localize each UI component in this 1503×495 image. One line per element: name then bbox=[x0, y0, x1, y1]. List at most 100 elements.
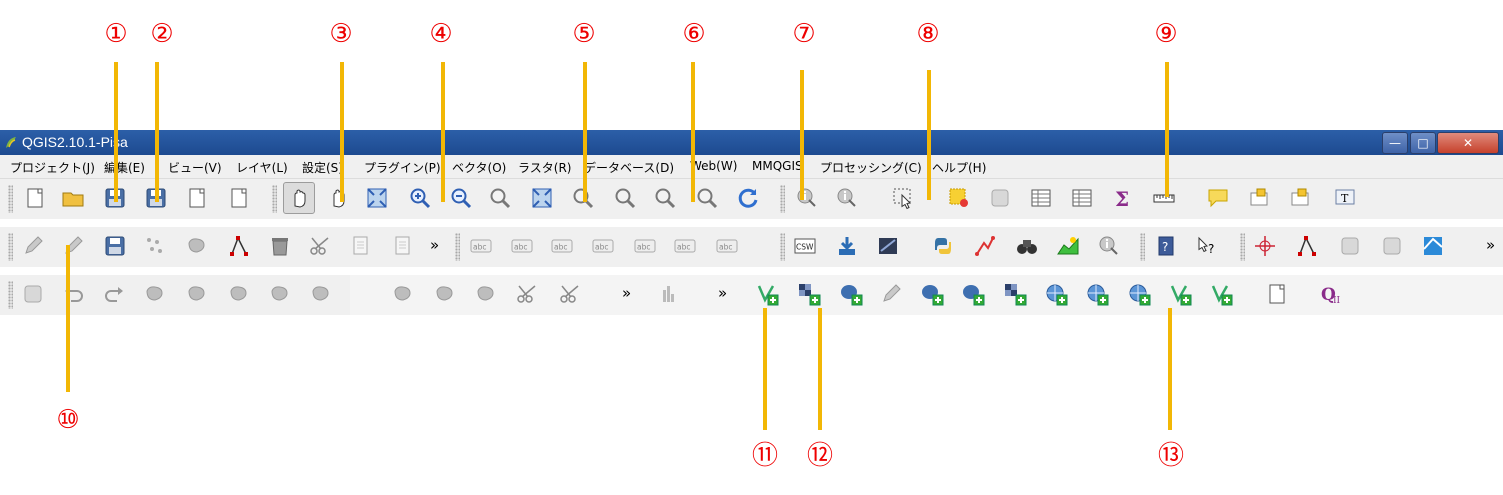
qi-plugin-icon[interactable]: Q II bbox=[1316, 279, 1346, 309]
toolbar-grip-label[interactable] bbox=[455, 233, 460, 261]
undo-icon[interactable] bbox=[58, 279, 88, 309]
zoom-last-icon[interactable] bbox=[650, 183, 680, 213]
toolbar-grip-digitizing[interactable] bbox=[8, 233, 13, 261]
restore-button[interactable]: □ bbox=[1410, 132, 1436, 154]
menu-layer[interactable]: レイヤ(L) bbox=[236, 159, 288, 176]
add-wfs-layer-icon[interactable] bbox=[1124, 279, 1154, 309]
map-tips-icon[interactable] bbox=[1203, 183, 1233, 213]
csw-icon[interactable]: CSW bbox=[790, 231, 820, 261]
split-parts-icon[interactable] bbox=[512, 279, 542, 309]
add-wms-layer-icon[interactable] bbox=[1041, 279, 1071, 309]
toolbar-grip-help[interactable] bbox=[1140, 233, 1145, 261]
menu-mmqgis[interactable]: MMQGIS bbox=[752, 159, 803, 173]
add-feature-icon[interactable] bbox=[140, 231, 170, 261]
refresh-icon[interactable] bbox=[733, 183, 763, 213]
reshape-features-icon[interactable] bbox=[388, 279, 418, 309]
road-graph-icon[interactable] bbox=[1012, 231, 1042, 261]
toolbar-grip-attributes[interactable] bbox=[780, 185, 785, 213]
menu-help[interactable]: ヘルプ(H) bbox=[932, 159, 986, 176]
merge-selected-icon[interactable] bbox=[555, 279, 585, 309]
georeferencer-icon[interactable] bbox=[873, 231, 903, 261]
zoom-full-icon[interactable] bbox=[527, 183, 557, 213]
new-project-icon[interactable] bbox=[20, 183, 50, 213]
toolbar-grip-navigation[interactable] bbox=[272, 185, 277, 213]
node-tool-icon[interactable] bbox=[224, 231, 254, 261]
menu-vector[interactable]: ベクタ(O) bbox=[452, 159, 506, 176]
overflow-more-row3-raster[interactable]: » bbox=[718, 284, 727, 302]
zoom-to-layer-icon[interactable] bbox=[610, 183, 640, 213]
digitize-ruler-icon[interactable] bbox=[18, 279, 48, 309]
add-ring-icon[interactable] bbox=[182, 279, 212, 309]
python-console-icon[interactable] bbox=[928, 231, 958, 261]
pin-label-icon[interactable]: abc bbox=[507, 231, 537, 261]
add-postgis-layer-icon[interactable] bbox=[836, 279, 866, 309]
cut-features-icon[interactable] bbox=[305, 231, 335, 261]
run-action-icon[interactable] bbox=[832, 183, 862, 213]
profile-tool-icon[interactable] bbox=[1053, 231, 1083, 261]
add-virtual-layer-icon[interactable] bbox=[1206, 279, 1236, 309]
open-project-icon[interactable] bbox=[58, 183, 88, 213]
deselect-icon[interactable] bbox=[944, 183, 974, 213]
highlight-pinned-icon[interactable]: abc bbox=[547, 231, 577, 261]
fill-ring-icon[interactable] bbox=[265, 279, 295, 309]
field-calculator-icon[interactable] bbox=[1067, 183, 1097, 213]
menu-raster[interactable]: ラスタ(R) bbox=[518, 159, 571, 176]
select-by-expression-icon[interactable] bbox=[985, 183, 1015, 213]
move-label-icon[interactable]: abc bbox=[630, 231, 660, 261]
zoom-out-icon[interactable] bbox=[446, 183, 476, 213]
new-bookmark-icon[interactable] bbox=[1245, 183, 1275, 213]
menu-edit[interactable]: 編集(E) bbox=[104, 159, 145, 176]
add-raster-layer-icon[interactable] bbox=[794, 279, 824, 309]
add-vector-layer-icon[interactable] bbox=[752, 279, 782, 309]
menu-processing[interactable]: プロセッシング(C) bbox=[820, 159, 922, 176]
composer-manager-icon[interactable] bbox=[224, 183, 254, 213]
change-label-icon[interactable]: abc bbox=[712, 231, 742, 261]
help-icon[interactable]: ? bbox=[1151, 231, 1181, 261]
zoom-next-icon[interactable] bbox=[692, 183, 722, 213]
add-mssql-layer-icon[interactable] bbox=[917, 279, 947, 309]
statistics-icon[interactable]: Σ bbox=[1108, 183, 1138, 213]
histogram-icon[interactable] bbox=[656, 279, 686, 309]
menu-project[interactable]: プロジェクト(J) bbox=[10, 159, 95, 176]
add-db2-layer-icon[interactable] bbox=[1000, 279, 1030, 309]
toolbar-grip-plugins-2[interactable] bbox=[1240, 233, 1245, 261]
toolbar-grip-plugins[interactable] bbox=[780, 233, 785, 261]
label-icon[interactable]: abc bbox=[466, 231, 496, 261]
redo-icon[interactable] bbox=[100, 279, 130, 309]
whats-this-icon[interactable]: ? bbox=[1192, 231, 1222, 261]
zoom-actual-icon[interactable] bbox=[485, 183, 515, 213]
qgis-identify-icon[interactable] bbox=[1094, 231, 1124, 261]
move-feature-icon[interactable] bbox=[182, 231, 212, 261]
pan-icon[interactable] bbox=[323, 183, 353, 213]
coordinate-capture-icon[interactable] bbox=[1250, 231, 1280, 261]
menu-database[interactable]: データベース(D) bbox=[584, 159, 674, 176]
gps-tool-icon[interactable] bbox=[970, 231, 1000, 261]
new-shapefile-icon[interactable] bbox=[1262, 279, 1292, 309]
offline-editing-icon[interactable] bbox=[1335, 231, 1365, 261]
spatial-query-icon[interactable] bbox=[1292, 231, 1322, 261]
grass-region-icon[interactable] bbox=[1418, 231, 1448, 261]
add-delimited-text-icon[interactable] bbox=[1165, 279, 1195, 309]
copy-features-icon[interactable] bbox=[346, 231, 376, 261]
add-part-icon[interactable] bbox=[224, 279, 254, 309]
menu-view[interactable]: ビュー(V) bbox=[168, 159, 222, 176]
rotate-label-icon[interactable]: abc bbox=[670, 231, 700, 261]
select-icon[interactable] bbox=[888, 183, 918, 213]
touch-zoom-icon[interactable] bbox=[283, 182, 315, 214]
show-bookmarks-icon[interactable] bbox=[1286, 183, 1316, 213]
simplify-feature-icon[interactable] bbox=[140, 279, 170, 309]
topology-checker-icon[interactable] bbox=[1377, 231, 1407, 261]
split-features-icon[interactable] bbox=[471, 279, 501, 309]
measure-icon[interactable] bbox=[1149, 183, 1179, 213]
paste-features-icon[interactable] bbox=[388, 231, 418, 261]
menu-web[interactable]: Web(W) bbox=[690, 159, 737, 173]
ogr-converter-icon[interactable] bbox=[832, 231, 862, 261]
pan-to-selection-icon[interactable] bbox=[362, 183, 392, 213]
add-oracle-layer-icon[interactable] bbox=[958, 279, 988, 309]
delete-ring-icon[interactable] bbox=[306, 279, 336, 309]
toolbar-grip-advanced-digitizing[interactable] bbox=[8, 281, 13, 309]
add-wcs-layer-icon[interactable] bbox=[1082, 279, 1112, 309]
edit-pencil-icon[interactable] bbox=[18, 231, 48, 261]
new-print-composer-icon[interactable] bbox=[182, 183, 212, 213]
close-button[interactable]: ✕ bbox=[1437, 132, 1499, 154]
